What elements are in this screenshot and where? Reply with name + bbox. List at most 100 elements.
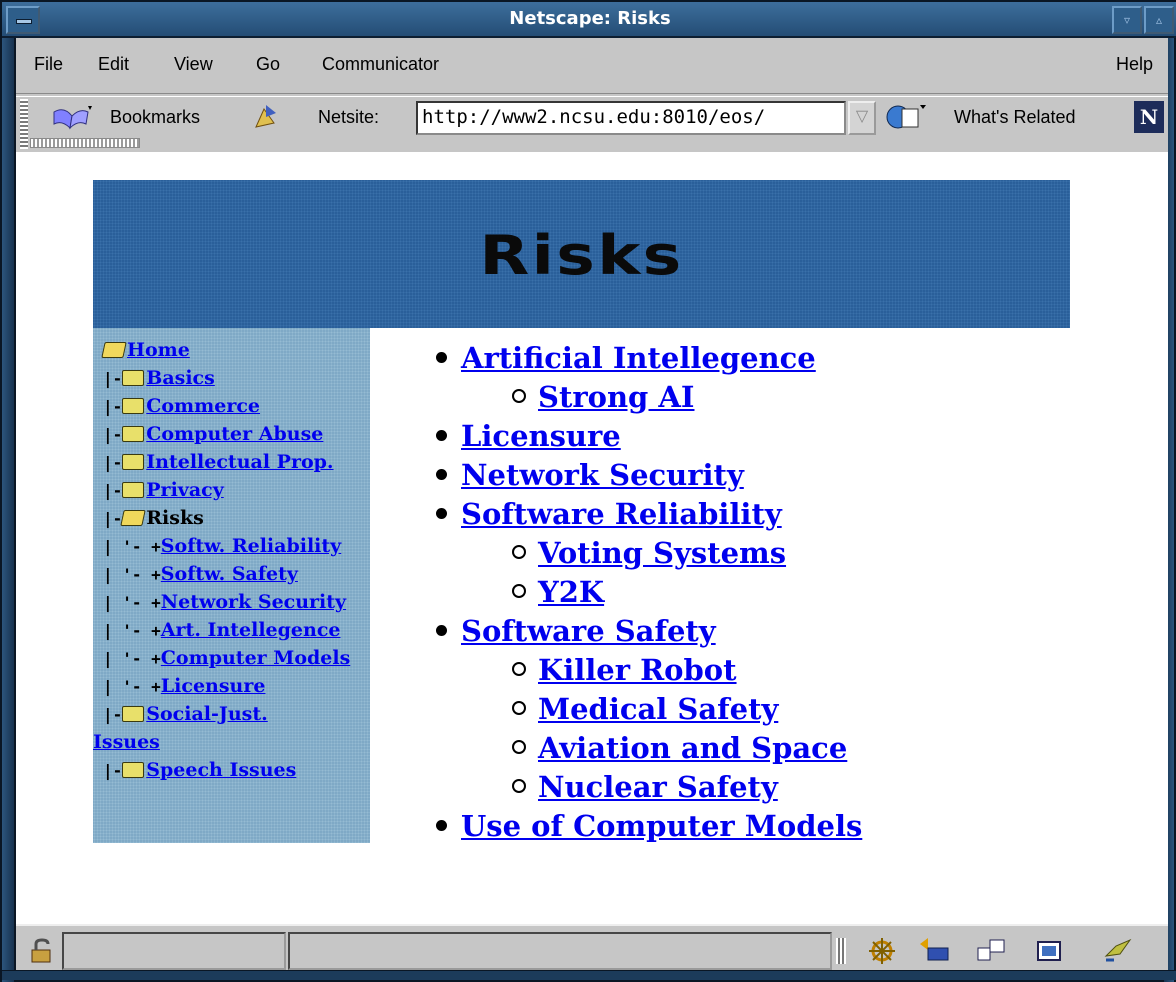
- tree-connector: | '- +: [103, 537, 161, 556]
- topic-link[interactable]: Medical Safety: [538, 692, 778, 726]
- menu-edit[interactable]: Edit: [98, 54, 129, 75]
- lock-icon[interactable]: [28, 938, 56, 964]
- tree-connector: |-: [103, 369, 123, 388]
- tree-connector: |-: [103, 705, 123, 724]
- sidebar-link[interactable]: Licensure: [161, 675, 266, 697]
- whats-related-label[interactable]: What's Related: [954, 107, 1076, 128]
- component-bar-grip[interactable]: [836, 938, 846, 964]
- collapsed-toolbar-grip[interactable]: [30, 138, 140, 148]
- bookmarks-icon[interactable]: [50, 102, 96, 132]
- subtopic-item: Killer Robot: [436, 652, 862, 691]
- circle-bullet-icon: [512, 584, 526, 598]
- url-dropdown-button[interactable]: ▽: [848, 101, 876, 135]
- title-bar[interactable]: Netscape: Risks ▿ ▵: [2, 2, 1176, 38]
- menu-file[interactable]: File: [34, 54, 63, 75]
- subtopic-item: Voting Systems: [436, 535, 862, 574]
- window-title: Netscape: Risks: [509, 8, 671, 29]
- sidebar-link[interactable]: Privacy: [146, 479, 223, 501]
- topic-link[interactable]: Strong AI: [538, 380, 694, 414]
- tree-connector: |-: [103, 397, 123, 416]
- sidebar-link[interactable]: Basics: [146, 367, 215, 389]
- subtopic-item: Aviation and Space: [436, 730, 862, 769]
- topic-link[interactable]: Software Safety: [461, 614, 716, 648]
- sidebar-link[interactable]: Art. Intellegence: [161, 619, 341, 641]
- maximize-button[interactable]: ▵: [1144, 6, 1174, 34]
- menu-view[interactable]: View: [174, 54, 213, 75]
- sidebar-link[interactable]: Intellectual Prop.: [146, 451, 333, 473]
- browser-chrome: File Edit View Go Communicator Help Book…: [16, 38, 1168, 152]
- sidebar-link[interactable]: Computer Models: [161, 647, 350, 669]
- bullet-icon: [436, 508, 447, 519]
- sidebar-link[interactable]: Issues: [93, 731, 160, 753]
- menu-go[interactable]: Go: [256, 54, 280, 75]
- bullet-icon: [436, 820, 447, 831]
- discussion-icon[interactable]: [976, 936, 1008, 966]
- sidebar-link[interactable]: Social-Just.: [146, 703, 268, 725]
- netscape-logo-icon[interactable]: N: [1134, 101, 1164, 133]
- circle-bullet-icon: [512, 389, 526, 403]
- tree-connector: | '- +: [103, 593, 161, 612]
- folder-icon: [122, 706, 145, 722]
- whats-related-icon[interactable]: [884, 101, 928, 133]
- folder-icon: [122, 762, 145, 778]
- navigator-icon[interactable]: [866, 936, 898, 966]
- tree-connector: | '- +: [103, 621, 161, 640]
- toolbar-grip[interactable]: [20, 99, 28, 149]
- menu-help[interactable]: Help: [1116, 54, 1153, 75]
- location-toolbar: Bookmarks Netsite: http://www2.ncsu.edu:…: [16, 96, 1168, 149]
- sidebar-item: | '- +Licensure: [103, 674, 370, 702]
- topic-item: Use of Computer Models: [436, 808, 862, 847]
- sidebar-item: |- Intellectual Prop.: [103, 450, 370, 478]
- window-frame-left[interactable]: [2, 2, 16, 982]
- sidebar-link[interactable]: Network Security: [161, 591, 346, 613]
- composer-icon[interactable]: [1034, 936, 1066, 966]
- topic-link[interactable]: Artificial Intellegence: [461, 341, 816, 375]
- sidebar-link[interactable]: Softw. Safety: [161, 563, 298, 585]
- sidebar-item: |- Computer Abuse: [103, 422, 370, 450]
- topic-link[interactable]: Licensure: [461, 419, 621, 453]
- sidebar-item: |- Privacy: [103, 478, 370, 506]
- proxy-icon[interactable]: [1102, 936, 1134, 966]
- tree-connector: | '- +: [103, 565, 161, 584]
- url-input[interactable]: http://www2.ncsu.edu:8010/eos/: [416, 101, 846, 135]
- sidebar-link[interactable]: Speech Issues: [146, 759, 296, 781]
- sidebar-item-continuation: Issues: [93, 730, 370, 758]
- topic-link[interactable]: Aviation and Space: [538, 731, 847, 765]
- bullet-icon: [436, 352, 447, 363]
- topic-link[interactable]: Software Reliability: [461, 497, 782, 531]
- sidebar-nav: Home |- Basics |- Commerce |- Computer Abuse |…: [93, 328, 370, 843]
- location-icon[interactable]: [252, 103, 278, 131]
- folder-icon: [122, 370, 145, 386]
- browser-window: Netscape: Risks ▿ ▵ File Edit View Go Co…: [0, 0, 1176, 982]
- sidebar-item: | '- +Network Security: [103, 590, 370, 618]
- topic-link[interactable]: Network Security: [461, 458, 744, 492]
- tree-connector: |-: [103, 453, 123, 472]
- status-bar: [16, 924, 1168, 974]
- subtopic-item: Medical Safety: [436, 691, 862, 730]
- topic-link[interactable]: Killer Robot: [538, 653, 737, 687]
- topic-link[interactable]: Nuclear Safety: [538, 770, 778, 804]
- topic-link[interactable]: Voting Systems: [538, 536, 786, 570]
- circle-bullet-icon: [512, 545, 526, 559]
- bookmarks-label[interactable]: Bookmarks: [110, 107, 200, 128]
- sidebar-link[interactable]: Computer Abuse: [146, 423, 323, 445]
- sidebar-item: |- Commerce: [103, 394, 370, 422]
- tree-connector: |-: [103, 509, 123, 528]
- sidebar-link-home[interactable]: Home: [127, 339, 190, 361]
- page-title: Risks: [479, 224, 684, 287]
- status-progress-field: [62, 932, 286, 970]
- topic-link[interactable]: Y2K: [538, 575, 604, 609]
- menu-communicator[interactable]: Communicator: [322, 54, 439, 75]
- subtopic-item: Strong AI: [436, 379, 862, 418]
- window-frame-bottom[interactable]: [2, 970, 1176, 980]
- mail-icon[interactable]: [918, 936, 950, 966]
- sidebar-link[interactable]: Softw. Reliability: [161, 535, 341, 557]
- folder-icon: [122, 482, 145, 498]
- minimize-button[interactable]: ▿: [1112, 6, 1142, 34]
- topic-link[interactable]: Use of Computer Models: [461, 809, 862, 843]
- tree-connector: |-: [103, 761, 123, 780]
- topic-item: Network Security: [436, 457, 862, 496]
- sidebar-link[interactable]: Commerce: [146, 395, 260, 417]
- sidebar-item: | '- +Softw. Safety: [103, 562, 370, 590]
- sidebar-item: |- Risks: [103, 506, 370, 534]
